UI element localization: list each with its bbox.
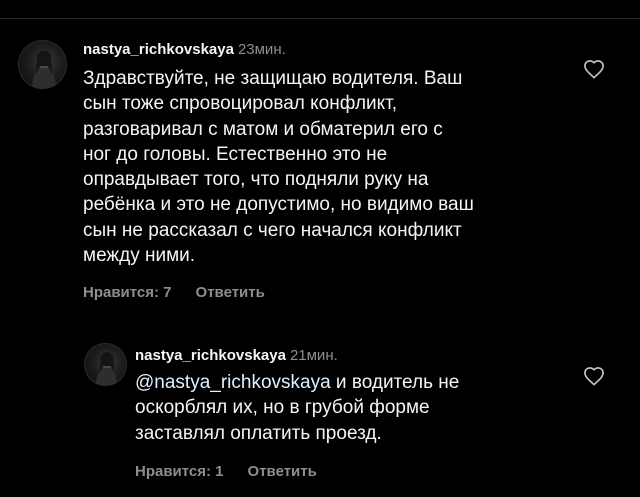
reply-line: @nastya_richkovskaya и водитель не [135,370,565,395]
comment-timestamp: 23мин. [237,41,286,58]
reply-likes-count[interactable]: Нравится: 1 [135,463,224,480]
reply-text: @nastya_richkovskaya и водитель не оскор… [135,370,565,446]
comment-line: ног до головы. Естественно это не [83,143,388,165]
heart-outline-icon [584,367,604,386]
comment-line: разговаривал с матом и обматерил его с [83,118,443,140]
reply-actions: Нравится: 1 Ответить [135,463,341,480]
comment-line: сын не рассказал с чего начался конфликт [83,219,462,241]
comment-username[interactable]: nastya_richkovskaya [83,41,234,58]
reply-username[interactable]: nastya_richkovskaya [135,347,286,364]
comment-line: между ними. [83,245,196,267]
commenter-avatar[interactable] [18,40,67,89]
comment-like-button[interactable] [583,59,605,79]
reply-comment: nastya_richkovskaya 21мин. @nastya_richko… [135,346,565,446]
comment-likes-count[interactable]: Нравится: 7 [83,284,172,301]
reply-mention-link[interactable]: @nastya_richkovskaya [135,372,331,393]
reply-header: nastya_richkovskaya 21мин. [135,346,565,366]
comment-header: nastya_richkovskaya 23мин. [83,40,563,60]
comment-actions: Нравится: 7 Ответить [83,284,289,301]
avatar-photo-icon [96,352,117,386]
comment-line: Здравствуйте, не защищаю водителя. Ваш [83,68,463,89]
reply-line-rest: и водитель не [330,372,460,393]
avatar-photo-icon [32,50,56,89]
reply-timestamp: 21мин. [289,347,338,364]
comment-line: сын тоже спровоцировал конфликт, [83,93,398,115]
reply-line: заставлял оплатить проезд. [135,422,382,444]
top-divider [0,18,640,19]
reply-line: оскорблял их, но в грубой форме [135,397,430,419]
comment: nastya_richkovskaya 23мин. Здравствуйте, … [83,40,563,268]
comment-reply-button[interactable]: Ответить [196,284,265,301]
heart-outline-icon [584,60,604,79]
comment-text: Здравствуйте, не защищаю водителя. Ваш с… [83,66,563,268]
comment-line: ребёнка и это не допустимо, но видимо ва… [83,194,474,216]
reply-like-button[interactable] [583,366,605,386]
reply-reply-button[interactable]: Ответить [248,463,317,480]
comment-line: оправдывает того, что подняли руку на [83,169,429,191]
reply-avatar[interactable] [84,343,127,386]
